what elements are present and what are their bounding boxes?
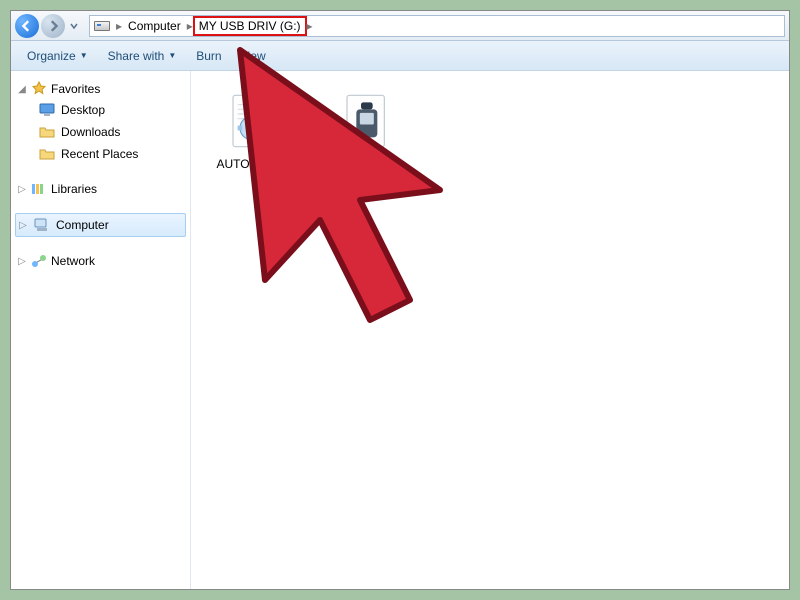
folder-icon xyxy=(39,124,55,140)
star-icon xyxy=(31,81,47,97)
nav-favorites-header[interactable]: ◢ Favorites xyxy=(15,79,186,99)
file-icon-inf xyxy=(222,89,286,153)
nav-group-favorites: ◢ Favorites Desktop Downloads xyxy=(15,79,186,165)
network-icon xyxy=(31,253,47,269)
share-label: Share with xyxy=(108,49,165,63)
nav-group-computer: ▷ Computer xyxy=(15,213,186,237)
nav-computer-header[interactable]: ▷ Computer xyxy=(15,213,186,237)
address-bar: ▸ Computer ▸ MY USB DRIV (G:) ▸ xyxy=(11,11,789,41)
nav-libraries-header[interactable]: ▷ Libraries xyxy=(15,179,186,199)
breadcrumb-computer[interactable]: Computer xyxy=(122,16,187,36)
explorer-window: ▸ Computer ▸ MY USB DRIV (G:) ▸ Organize… xyxy=(10,10,790,590)
file-name: myusbdr xyxy=(345,157,391,171)
nav-network-header[interactable]: ▷ Network xyxy=(15,251,186,271)
desktop-icon xyxy=(39,102,55,118)
expand-icon: ▷ xyxy=(18,220,28,231)
file-item[interactable]: myusbdr xyxy=(323,89,413,171)
computer-icon xyxy=(34,217,50,233)
expand-icon: ▷ xyxy=(17,256,27,267)
nav-history-dropdown[interactable] xyxy=(67,14,81,38)
forward-button[interactable] xyxy=(41,14,65,38)
libraries-icon xyxy=(31,181,47,197)
file-item[interactable]: AUTORUN.inf xyxy=(209,89,299,171)
nav-group-libraries: ▷ Libraries xyxy=(15,179,186,199)
nav-network-label: Network xyxy=(51,254,95,268)
collapse-icon: ◢ xyxy=(17,84,27,95)
nav-favorites-label: Favorites xyxy=(51,82,100,96)
nav-item-recent-places[interactable]: Recent Places xyxy=(15,143,186,165)
nav-group-network: ▷ Network xyxy=(15,251,186,271)
breadcrumb-current[interactable]: MY USB DRIV (G:) xyxy=(193,16,307,36)
nav-item-label: Downloads xyxy=(61,125,120,139)
new-folder-button[interactable]: New xyxy=(236,45,272,67)
back-button[interactable] xyxy=(15,14,39,38)
organize-button[interactable]: Organize ▼ xyxy=(21,45,94,67)
dropdown-icon: ▼ xyxy=(168,51,176,60)
folder-icon xyxy=(39,146,55,162)
nav-item-desktop[interactable]: Desktop xyxy=(15,99,186,121)
dropdown-icon: ▼ xyxy=(80,51,88,60)
burn-label: Burn xyxy=(196,49,221,63)
nav-item-label: Desktop xyxy=(61,103,105,117)
nav-item-downloads[interactable]: Downloads xyxy=(15,121,186,143)
organize-label: Organize xyxy=(27,49,76,63)
file-icon-ico xyxy=(336,89,400,153)
share-with-button[interactable]: Share with ▼ xyxy=(102,45,183,67)
file-name: AUTORUN.inf xyxy=(216,157,291,171)
burn-button[interactable]: Burn xyxy=(190,45,227,67)
body: ◢ Favorites Desktop Downloads xyxy=(11,71,789,589)
file-list[interactable]: AUTORUN.inf myusbdr xyxy=(191,71,789,589)
breadcrumb[interactable]: ▸ Computer ▸ MY USB DRIV (G:) ▸ xyxy=(89,15,785,37)
nav-libraries-label: Libraries xyxy=(51,182,97,196)
newfolder-label: New xyxy=(242,49,266,63)
nav-item-label: Recent Places xyxy=(61,147,138,161)
expand-icon: ▷ xyxy=(17,184,27,195)
drive-icon xyxy=(94,21,110,31)
chevron-right-icon: ▸ xyxy=(307,19,313,33)
nav-computer-label: Computer xyxy=(56,218,109,232)
navigation-pane: ◢ Favorites Desktop Downloads xyxy=(11,71,191,589)
command-bar: Organize ▼ Share with ▼ Burn New xyxy=(11,41,789,71)
